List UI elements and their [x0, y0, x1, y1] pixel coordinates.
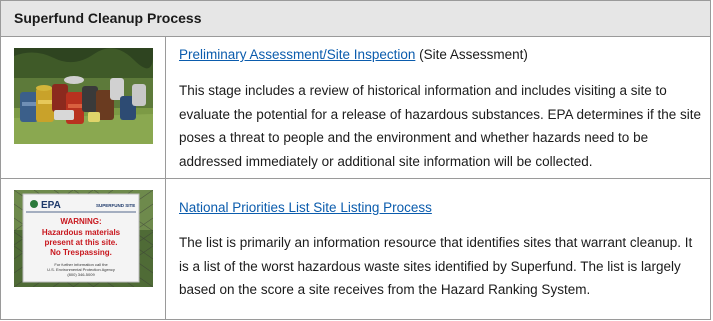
sign-warning-text: WARNING:	[60, 217, 101, 226]
row-title-line: National Priorities List Site Listing Pr…	[179, 199, 432, 217]
table-row: Preliminary Assessment/Site Inspection (…	[1, 37, 710, 179]
table-header: Superfund Cleanup Process	[1, 1, 710, 37]
epa-warning-sign-photo: EPA SUPERFUND SITE WARNING: Hazardous ma…	[14, 190, 153, 287]
sign-line-3: No Trespassing.	[50, 248, 112, 257]
barrels-photo	[14, 48, 153, 144]
site-assessment-suffix: (Site Assessment)	[415, 47, 528, 62]
superfund-process-table: Superfund Cleanup Process Preliminary As…	[0, 0, 711, 320]
table-title: Superfund Cleanup Process	[14, 10, 202, 26]
sign-fine-3: (800) 346-5009	[67, 272, 95, 277]
sign-agency-text: EPA	[41, 200, 61, 211]
table-row: EPA SUPERFUND SITE WARNING: Hazardous ma…	[1, 179, 710, 319]
row-description: This stage includes a review of historic…	[179, 83, 702, 169]
row-description: The list is primarily an information res…	[179, 235, 693, 297]
preliminary-assessment-link[interactable]: Preliminary Assessment/Site Inspection	[179, 47, 415, 62]
sign-line-2: present at this site.	[45, 238, 118, 247]
row-title-line: Preliminary Assessment/Site Inspection (…	[179, 46, 528, 64]
npl-site-listing-link[interactable]: National Priorities List Site Listing Pr…	[179, 200, 432, 215]
sign-site-label: SUPERFUND SITE	[96, 203, 135, 208]
sign-line-1: Hazardous materials	[42, 228, 121, 237]
